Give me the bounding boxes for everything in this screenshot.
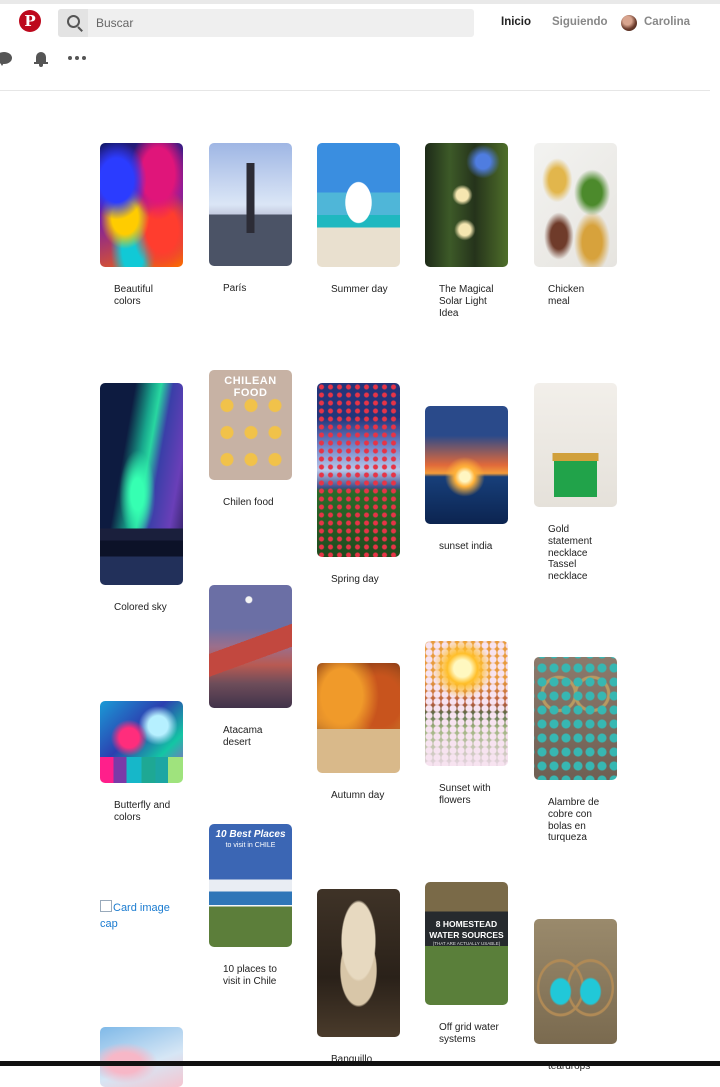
pin-card[interactable]: sunset india	[425, 406, 508, 553]
more-icon[interactable]	[68, 56, 86, 60]
pin-image[interactable]	[425, 406, 508, 524]
pin-image[interactable]: 8 HOMESTEAD WATER SOURCES (THAT ARE ACTU…	[425, 882, 508, 1005]
pin-image[interactable]	[425, 641, 508, 766]
pin-image[interactable]: 10 Best Places to visit in CHILE	[209, 824, 292, 947]
pin-title: The Magical Solar Light Idea	[439, 284, 494, 319]
nav-user[interactable]: Carolina	[644, 16, 690, 28]
pin-image[interactable]	[100, 701, 183, 783]
broken-image-placeholder[interactable]: Card image cap	[100, 900, 190, 932]
pin-title: Beautiful colors	[114, 284, 153, 307]
pin-title: Colored sky	[114, 602, 167, 613]
pin-card[interactable]: Butterfly and colors	[100, 701, 183, 824]
pin-card[interactable]: Alambre de cobre con bolas en turqueza	[534, 657, 617, 844]
pin-title: Chicken meal	[548, 284, 585, 307]
pin-title: Gold statement necklace Tassel necklace	[548, 524, 592, 583]
pin-title: sunset india	[439, 541, 493, 552]
pin-image[interactable]	[317, 889, 400, 1037]
pin-image[interactable]	[100, 143, 183, 267]
pin-card[interactable]: CHILEAN FOOD Chilen food	[209, 370, 292, 509]
pin-image[interactable]	[534, 383, 617, 507]
pin-image-text: to visit in CHILE	[225, 842, 276, 849]
pin-image[interactable]	[534, 143, 617, 267]
pin-image-text: 8 HOMESTEAD	[435, 919, 498, 929]
pin-image[interactable]	[317, 663, 400, 773]
pin-card[interactable]: Beautiful colors	[100, 143, 183, 308]
pin-card[interactable]: 8 HOMESTEAD WATER SOURCES (THAT ARE ACTU…	[425, 882, 508, 1046]
pin-image[interactable]	[209, 585, 292, 708]
pin-card[interactable]: Banquillo	[317, 889, 400, 1066]
pin-title: Alambre de cobre con bolas en turqueza	[548, 797, 600, 844]
bottom-strip	[0, 1061, 720, 1066]
pin-title: París	[223, 283, 247, 294]
header-divider	[0, 90, 710, 91]
pin-card[interactable]: 10 Best Places to visit in CHILE 10 plac…	[209, 824, 292, 988]
pin-card[interactable]: Autumn day	[317, 663, 400, 802]
pin-card[interactable]: Spring day	[317, 383, 400, 586]
pin-card[interactable]: Sunset with flowers	[425, 641, 508, 807]
pin-title: Autumn day	[331, 790, 385, 801]
pin-card[interactable]	[100, 1027, 183, 1087]
pin-card[interactable]: Atacama desert	[209, 585, 292, 749]
pin-card[interactable]: París	[209, 143, 292, 295]
pin-image[interactable]	[209, 143, 292, 266]
pin-title: Spring day	[331, 574, 379, 585]
pin-image[interactable]	[317, 383, 400, 557]
logo-letter: P	[24, 12, 36, 30]
pin-image[interactable]	[534, 919, 617, 1044]
pin-card[interactable]: Chicken meal	[534, 143, 617, 308]
search-bar[interactable]	[58, 9, 474, 37]
pin-image[interactable]: CHILEAN FOOD	[209, 370, 292, 480]
pin-title: Summer day	[331, 284, 388, 295]
pin-image[interactable]	[534, 657, 617, 780]
pin-title: 10 places to visit in Chile	[223, 964, 277, 987]
pin-image-text: 10 Best Places	[215, 829, 286, 840]
pin-image[interactable]	[425, 143, 508, 267]
pin-title: Chilen food	[223, 497, 274, 508]
pin-card[interactable]: The Magical Solar Light Idea	[425, 143, 508, 319]
pin-title: Butterfly and colors	[114, 800, 171, 823]
pin-card[interactable]: Colored sky	[100, 383, 183, 614]
pin-card[interactable]: teardrops	[534, 919, 617, 1073]
pin-image[interactable]	[100, 383, 183, 585]
pin-title: Atacama desert	[223, 725, 263, 748]
pin-image[interactable]	[317, 143, 400, 267]
nav-home[interactable]: Inicio	[501, 16, 531, 28]
pin-image-text: WATER SOURCES	[429, 930, 504, 940]
pinterest-logo[interactable]: P	[19, 10, 41, 32]
nav-following[interactable]: Siguiendo	[552, 16, 608, 28]
bell-icon[interactable]	[34, 52, 48, 67]
chat-icon[interactable]	[0, 52, 12, 66]
search-input[interactable]	[96, 9, 466, 37]
pin-image[interactable]	[100, 1027, 183, 1087]
avatar[interactable]	[621, 15, 637, 31]
search-icon[interactable]	[58, 9, 88, 37]
pin-image-text: (THAT ARE ACTUALLY USABLE)	[432, 941, 501, 946]
broken-image-icon	[100, 900, 112, 912]
top-strip	[0, 0, 720, 4]
pin-card[interactable]: Gold statement necklace Tassel necklace	[534, 383, 617, 583]
pin-title: Off grid water systems	[439, 1022, 499, 1045]
pin-card[interactable]: Summer day	[317, 143, 400, 296]
pin-title: Sunset with flowers	[439, 783, 491, 806]
